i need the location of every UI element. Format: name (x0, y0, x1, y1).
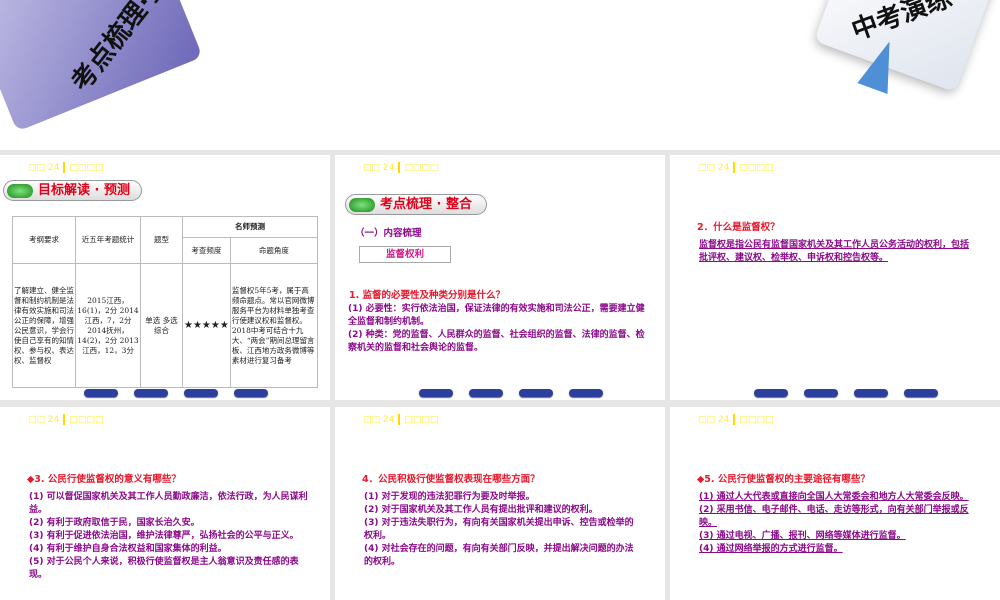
answer-line: (4) 通过网络举报的方式进行监督。 (699, 544, 843, 554)
section-pill: 考点梳理 · 整合 (345, 194, 487, 215)
slide-header: □□ 24 □□□□ (28, 414, 104, 425)
question: ◆3. 公民行使监督权的意义有哪些？ (27, 474, 181, 485)
answer: 监督权是指公民有监督国家机关及其工作人员公务活动的权利，包括批评权、建议权、检举… (699, 240, 970, 263)
slide-thumbnail-3[interactable]: □□ 24 □□□□ 2．什么是监督权？ 监督权是指公民有监督国家机关及其工作人员… (670, 155, 1000, 400)
nav-button[interactable] (569, 389, 603, 397)
question: ◆5. 公民行使监督权的主要途径有哪些？ (697, 474, 870, 485)
nav-button[interactable] (184, 389, 218, 397)
topic-box: 监督权利 (359, 246, 451, 263)
question: 4．公民积极行使监督权表现在哪些方面？ (362, 474, 540, 485)
slide-nav (84, 389, 268, 397)
nav-button[interactable] (134, 389, 168, 397)
question: 1. 监督的必要性及种类分别是什么？ (349, 290, 506, 301)
slide-thumbnail-2[interactable]: □□ 24 □□□□ 考点梳理 · 整合 （一）内容梳理 监督权利 1. 监督的必… (335, 155, 665, 400)
nav-button[interactable] (854, 389, 888, 397)
slide-header: □□ 24 □□□□ (28, 162, 104, 173)
cell-angle: 监督权5年5考，属于高频命题点。常以官网微博服务平台为材料单独考查行使建议权和监… (229, 263, 319, 388)
decorative-banner-left: 考点梳理·整合 (0, 0, 203, 132)
nav-button[interactable] (84, 389, 118, 397)
nav-button[interactable] (419, 389, 453, 397)
answer-line: (1) 对于发现的违法犯罪行为要及时举报。 (364, 492, 535, 502)
answer-line: (2) 对于国家机关及其工作人员有提出批评和建议的权利。 (364, 505, 598, 515)
slide-thumbnail-1[interactable]: □□ 24 □□□□ 目标解读 · 预测 考纲要求 近五年考题统计 题型 名师预测 考查… (0, 155, 330, 400)
answer-line: (4) 对社会存在的问题，有向有关部门反映，并提出解决问题的办法的权利。 (364, 544, 634, 567)
slide-thumbnail-6[interactable]: □□ 24 □□□□ ◆5. 公民行使监督权的主要途径有哪些？ (1) 通过人大代… (670, 407, 1000, 600)
exam-table: 考纲要求 近五年考题统计 题型 名师预测 考查频度 命题角度 了解建立、健全监督和制约机… (12, 216, 319, 388)
th-freq: 考查频度 (182, 237, 231, 264)
nav-button[interactable] (804, 389, 838, 397)
slide-nav (419, 389, 603, 397)
answer-line: (1) 可以督促国家机关及其工作人员勤政廉洁，依法行政，为人民谋利益。 (29, 492, 308, 515)
th-type: 题型 (140, 216, 183, 264)
decorative-banner-right: 中考演练 (814, 0, 996, 93)
slide-nav (754, 389, 938, 397)
th-angle: 命题角度 (229, 237, 319, 264)
question: 2．什么是监督权？ (697, 222, 780, 233)
section-pill: 目标解读 · 预测 (3, 180, 142, 201)
answer-line: (1) 必要性：实行依法治国，保证法律的有效实施和司法公正，需要建立健全监督和制… (348, 304, 645, 327)
nav-button[interactable] (234, 389, 268, 397)
answer-line: (5) 对于公民个人来说，积极行使监督权是主人翁意识及责任感的表现。 (29, 557, 299, 580)
th-stat: 近五年考题统计 (75, 216, 141, 264)
answer-line: (3) 对于违法失职行为，有向有关国家机关提出申诉、控告或检举的权利。 (364, 518, 634, 541)
subheading: （一）内容梳理 (355, 228, 422, 239)
slide-header: □□ 24 □□□□ (363, 414, 439, 425)
cell-req: 了解建立、健全监督和制约机制是法律有效实施和司法公正的保障，增强公民意识，学会行… (12, 263, 76, 388)
slide-header: □□ 24 □□□□ (363, 162, 439, 173)
slide-header: □□ 24 □□□□ (698, 414, 774, 425)
answer-line: (2) 采用书信、电子邮件、电话、走访等形式，向有关部门举报或反映。 (699, 505, 969, 528)
nav-button[interactable] (519, 389, 553, 397)
answer-line: (3) 通过电视、广播、报刊、网络等媒体进行监督。 (699, 531, 906, 541)
green-button-icon (7, 184, 33, 198)
top-decoration-area: 考点梳理·整合 中考演练 (0, 0, 1000, 150)
answer-line: (2) 种类：党的监督、人民群众的监督、社会组织的监督、法律的监督、检察机关的监… (348, 330, 645, 353)
cell-stat: 2015江西，16(1)，2分 2014江西，7，2分 2014抚州，14(2)… (75, 263, 141, 388)
slide-thumbnail-4[interactable]: □□ 24 □□□□ ◆3. 公民行使监督权的意义有哪些？ (1) 可以督促国家机… (0, 407, 330, 600)
slide-thumbnail-5[interactable]: □□ 24 □□□□ 4．公民积极行使监督权表现在哪些方面？ (1) 对于发现的违… (335, 407, 665, 600)
green-button-icon (349, 198, 375, 212)
answer-line: (4) 有利于维护自身合法权益和国家集体的利益。 (29, 544, 227, 554)
answer-line: (3) 有利于促进依法治国，维护法律尊严，弘扬社会的公平与正义。 (29, 531, 299, 541)
cell-freq: ★★★★★ (182, 263, 231, 388)
nav-button[interactable] (754, 389, 788, 397)
nav-button[interactable] (904, 389, 938, 397)
answer-line: (1) 通过人大代表或直接向全国人大常委会和地方人大常委会反映。 (699, 492, 969, 502)
nav-button[interactable] (469, 389, 503, 397)
th-pred: 名师预测 (182, 216, 318, 238)
slide-header: □□ 24 □□□□ (698, 162, 774, 173)
th-req: 考纲要求 (12, 216, 76, 264)
answer-line: (2) 有利于政府取信于民，国家长治久安。 (29, 518, 200, 528)
cell-type: 单选 多选 综合 (140, 263, 183, 388)
